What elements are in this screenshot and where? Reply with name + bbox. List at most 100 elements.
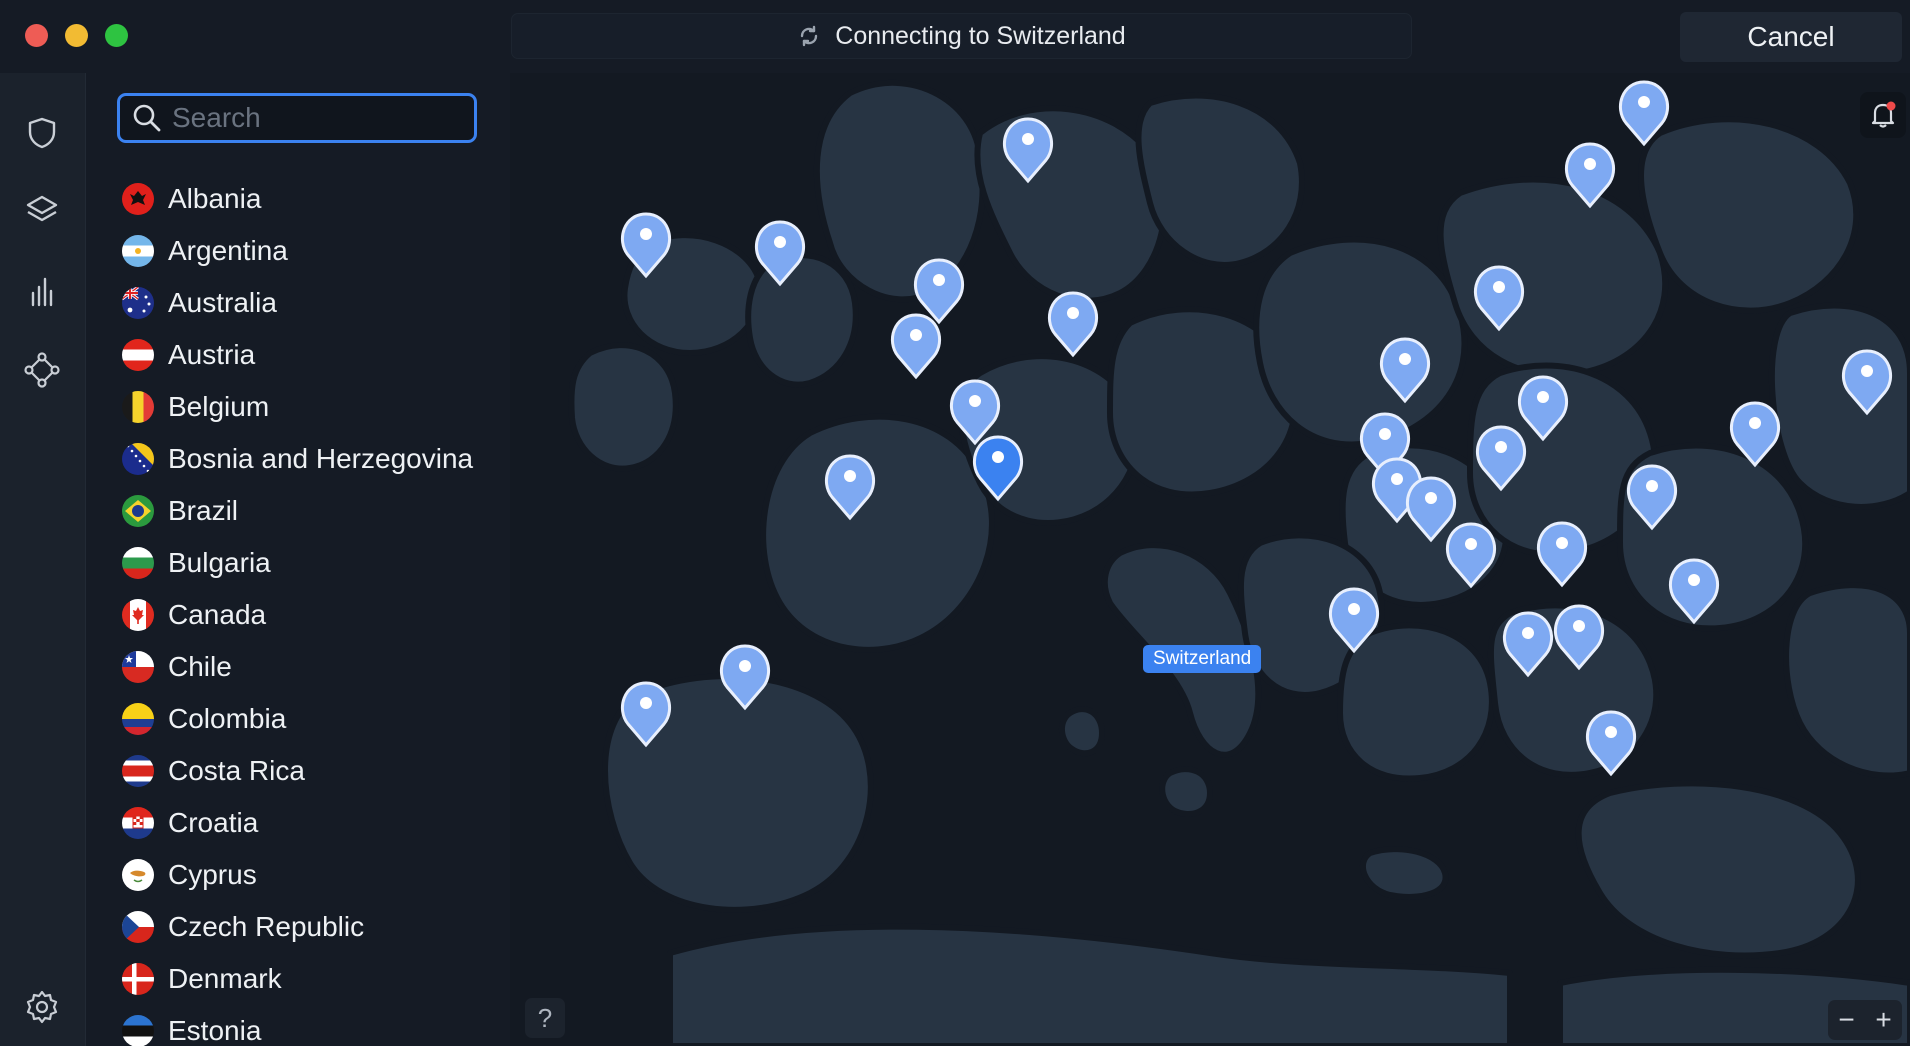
country-name: Costa Rica: [168, 755, 305, 786]
location-pin[interactable]: [1045, 289, 1101, 359]
list-item-bosnia-and-herzegovina[interactable]: Bosnia and Herzegovina: [86, 433, 510, 485]
connection-status-bar: Connecting to Switzerland: [511, 13, 1412, 59]
list-item-colombia[interactable]: Colombia: [86, 693, 510, 745]
country-name: Austria: [168, 339, 256, 370]
location-pin[interactable]: [822, 452, 878, 522]
country-name: Chile: [168, 651, 232, 682]
title-bar: Connecting to Switzerland Cancel: [0, 0, 1910, 73]
list-item-belgium[interactable]: Belgium: [86, 381, 510, 433]
list-item-costa-rica[interactable]: Costa Rica: [86, 745, 510, 797]
country-name: Cyprus: [168, 859, 257, 890]
layers-icon[interactable]: [22, 191, 62, 231]
location-pin[interactable]: [1727, 399, 1783, 469]
map-view[interactable]: Switzerland ? − +: [510, 73, 1910, 1046]
bulgaria-flag-icon: [122, 547, 154, 579]
country-list: Albania Argentina Australia Austria Belg…: [86, 173, 510, 1046]
colombia-flag-icon: [122, 703, 154, 735]
list-item-cyprus[interactable]: Cyprus: [86, 849, 510, 901]
cyprus-flag-icon: [122, 859, 154, 891]
brazil-flag-icon: [122, 495, 154, 527]
location-pin[interactable]: [888, 311, 944, 381]
country-name: Canada: [168, 599, 267, 630]
country-name: Albania: [168, 183, 262, 214]
location-pin[interactable]: [1551, 602, 1607, 672]
location-pin[interactable]: [1562, 140, 1618, 210]
country-name: Czech Republic: [168, 911, 365, 942]
location-pin[interactable]: [1326, 585, 1382, 655]
help-button[interactable]: ?: [525, 998, 565, 1038]
location-pin[interactable]: [1000, 115, 1056, 185]
list-item-australia[interactable]: Australia: [86, 277, 510, 329]
cancel-button[interactable]: Cancel: [1680, 12, 1902, 62]
location-pin[interactable]: [1666, 556, 1722, 626]
country-name: Australia: [168, 287, 277, 318]
country-name: Argentina: [168, 235, 288, 266]
bosnia-flag-icon: [122, 443, 154, 475]
location-pin[interactable]: [1471, 263, 1527, 333]
location-pin[interactable]: [1839, 347, 1895, 417]
meshnet-icon[interactable]: [22, 350, 62, 390]
argentina-flag-icon: [122, 235, 154, 267]
denmark-flag-icon: [122, 963, 154, 995]
canada-flag-icon: [122, 599, 154, 631]
list-item-bulgaria[interactable]: Bulgaria: [86, 537, 510, 589]
list-item-estonia[interactable]: Estonia: [86, 1005, 510, 1046]
location-pin[interactable]: [1443, 520, 1499, 590]
zoom-in-button[interactable]: +: [1875, 1006, 1891, 1034]
stats-icon[interactable]: [22, 271, 62, 311]
croatia-flag-icon: [122, 807, 154, 839]
czech-flag-icon: [122, 911, 154, 943]
refresh-icon: [801, 25, 818, 47]
country-name: Brazil: [168, 495, 239, 526]
notifications-button[interactable]: [1860, 92, 1906, 138]
shield-icon[interactable]: [22, 113, 62, 153]
location-pin[interactable]: [618, 210, 674, 280]
country-name: Denmark: [168, 963, 282, 994]
selected-location-label: Switzerland: [1143, 645, 1262, 673]
country-name: Estonia: [168, 1015, 262, 1046]
list-item-brazil[interactable]: Brazil: [86, 485, 510, 537]
belgium-flag-icon: [122, 391, 154, 423]
list-item-austria[interactable]: Austria: [86, 329, 510, 381]
list-item-albania[interactable]: Albania: [86, 173, 510, 225]
location-pin[interactable]: [1624, 462, 1680, 532]
location-pin[interactable]: [1534, 519, 1590, 589]
location-pin[interactable]: [752, 218, 808, 288]
list-item-czech-republic[interactable]: Czech Republic: [86, 901, 510, 953]
zoom-window-button[interactable]: [105, 24, 128, 47]
costa-rica-flag-icon: [122, 755, 154, 787]
minimize-window-button[interactable]: [65, 24, 88, 47]
location-pin[interactable]: [618, 679, 674, 749]
country-name: Croatia: [168, 807, 259, 838]
australia-flag-icon: [122, 287, 154, 319]
bell-icon: [1871, 101, 1896, 128]
country-name: Bulgaria: [168, 547, 271, 578]
country-name: Bosnia and Herzegovina: [168, 443, 474, 474]
country-sidebar: Albania Argentina Australia Austria: [86, 73, 510, 1046]
search-icon: [133, 104, 161, 132]
country-name: Colombia: [168, 703, 287, 734]
list-item-chile[interactable]: Chile: [86, 641, 510, 693]
country-name: Belgium: [168, 391, 270, 422]
location-pin[interactable]: [1583, 708, 1639, 778]
list-item-argentina[interactable]: Argentina: [86, 225, 510, 277]
status-text: Connecting to Switzerland: [835, 21, 1126, 50]
albania-flag-icon: [122, 183, 154, 215]
zoom-control: − +: [1828, 1000, 1902, 1040]
app-window: Connecting to Switzerland Cancel Search …: [0, 0, 1910, 1046]
list-item-croatia[interactable]: Croatia: [86, 797, 510, 849]
close-window-button[interactable]: [25, 24, 48, 47]
location-pin[interactable]: [1500, 609, 1556, 679]
austria-flag-icon: [122, 339, 154, 371]
list-item-canada[interactable]: Canada: [86, 589, 510, 641]
location-pin[interactable]: [717, 642, 773, 712]
chile-flag-icon: [122, 651, 154, 683]
selected-location-pin[interactable]: [970, 433, 1026, 503]
location-pin[interactable]: [1377, 335, 1433, 405]
settings-icon[interactable]: [22, 987, 62, 1027]
search-input[interactable]: [172, 102, 462, 134]
location-pin[interactable]: [1473, 423, 1529, 493]
location-pin[interactable]: [1616, 78, 1672, 148]
list-item-denmark[interactable]: Denmark: [86, 953, 510, 1005]
zoom-out-button[interactable]: −: [1838, 1006, 1854, 1034]
